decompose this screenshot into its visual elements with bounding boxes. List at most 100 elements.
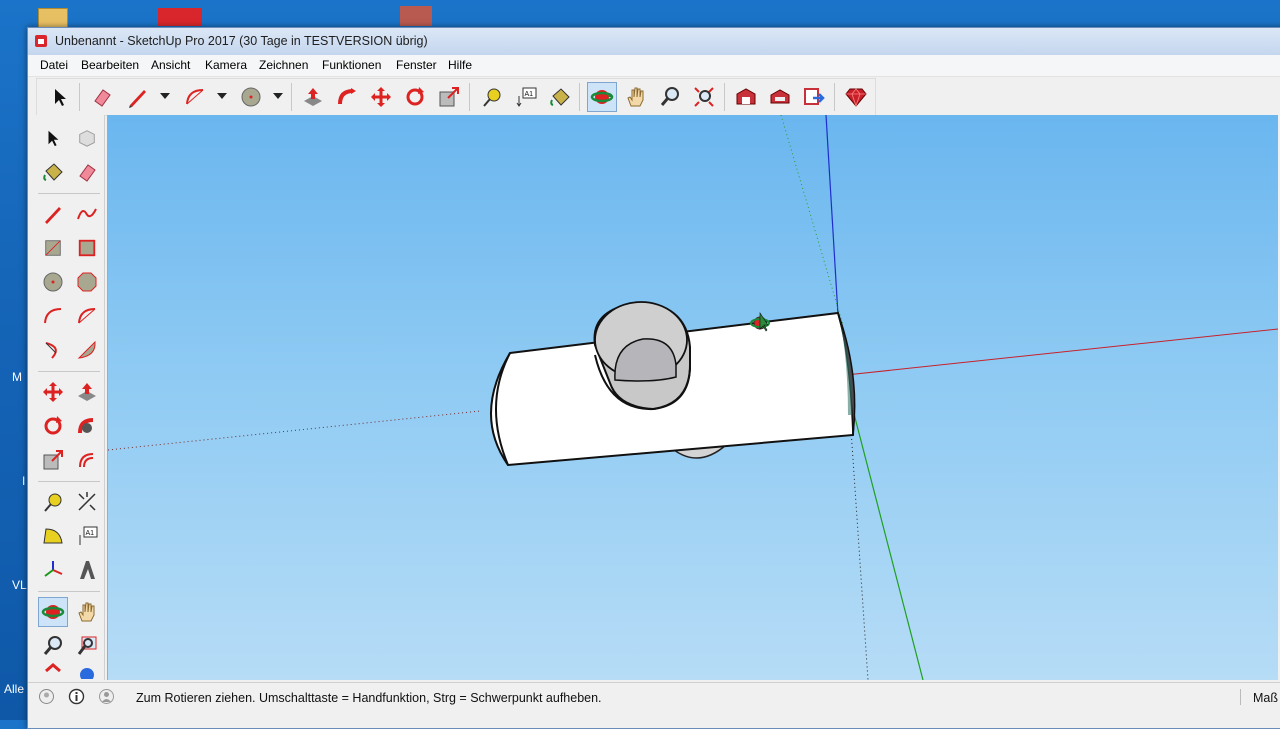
axes-icon [44,561,63,577]
zoom-window-tool-button[interactable] [72,631,102,661]
pan-tool-button[interactable] [621,82,651,112]
text-tool-button[interactable]: A1 [72,521,102,551]
next-view-button[interactable] [72,661,102,679]
paint-bucket-icon [43,163,63,181]
eraser-icon [79,164,96,182]
text-icon: A1 [79,526,98,545]
ruby-console-button[interactable] [841,82,871,112]
desktop-archive-icon[interactable] [400,6,432,26]
menu-bearbeiten[interactable]: Bearbeiten [81,58,139,72]
dimension-tool-button[interactable] [72,487,102,517]
geo-location-icon[interactable] [38,688,55,705]
orbit-tool-button[interactable] [38,597,68,627]
text-tool-label: A1 [525,91,534,98]
desktop-folder-icon[interactable] [38,8,68,28]
paint-bucket-tool-button[interactable] [545,82,575,112]
freehand-tool-button[interactable] [72,199,102,229]
zoom-extents-tool-button[interactable] [689,82,719,112]
move-tool-button[interactable] [38,377,68,407]
eraser-tool-button[interactable] [72,157,102,187]
extension-warehouse-button[interactable] [765,82,795,112]
menu-zeichnen[interactable]: Zeichnen [259,58,308,72]
text-tool-label: A1 [86,530,95,537]
menu-ansicht[interactable]: Ansicht [151,58,190,72]
protractor-tool-button[interactable] [38,521,68,551]
previous-icon [45,663,61,673]
menu-kamera[interactable]: Kamera [205,58,247,72]
arc-tool-button[interactable] [180,82,210,112]
window-title: Unbenannt - SketchUp Pro 2017 (30 Tage i… [55,34,428,48]
zoom-tool-button[interactable] [38,631,68,661]
eraser-tool-button[interactable] [87,82,117,112]
menu-datei[interactable]: Datei [40,58,68,72]
circle-icon [43,272,63,292]
text-tool-button[interactable]: A1 [511,82,541,112]
main-toolbar: A1 [36,78,876,116]
circle-dropdown-icon[interactable] [273,93,283,99]
component-tool-button[interactable] [72,123,102,153]
menu-funktionen[interactable]: Funktionen [322,58,381,72]
rotate-tool-button[interactable] [38,411,68,441]
move-icon [43,382,63,402]
push-pull-tool-button[interactable] [72,377,102,407]
move-tool-button[interactable] [366,82,396,112]
left-toolbar-separator [38,591,100,592]
select-tool-button[interactable] [45,82,75,112]
arc-tool-button[interactable] [38,301,68,331]
line-icon [129,90,146,108]
arc-dropdown-icon[interactable] [217,93,227,99]
scale-tool-button[interactable] [38,445,68,475]
rotate-tool-button[interactable] [400,82,430,112]
tape-measure-tool-button[interactable] [38,487,68,517]
orbit-icon [41,605,65,619]
3d-text-tool-button[interactable] [72,555,102,585]
polygon-tool-button[interactable] [72,267,102,297]
select-tool-button[interactable] [38,123,68,153]
offset-tool-button[interactable] [72,445,102,475]
share-model-button[interactable] [799,82,829,112]
left-toolbar-separator [38,481,100,482]
paint-bucket-tool-button[interactable] [38,157,68,187]
title-bar[interactable]: Unbenannt - SketchUp Pro 2017 (30 Tage i… [28,28,1280,55]
orbit-tool-button[interactable] [587,82,617,112]
desktop-adobe-icon[interactable] [158,8,202,26]
desktop-label-alle: Alle [4,682,25,696]
rectangle-tool-button[interactable] [38,233,68,263]
line-dropdown-icon[interactable] [160,93,170,99]
pan-tool-button[interactable] [72,597,102,627]
viewport-canvas[interactable] [108,115,1278,680]
zoom-tool-button[interactable] [655,82,685,112]
status-separator [1240,689,1241,705]
toolbar-separator [579,83,580,111]
line-tool-button[interactable] [38,199,68,229]
follow-me-icon [338,88,356,105]
previous-view-button[interactable] [38,661,68,679]
circle-tool-button[interactable] [236,82,266,112]
tape-measure-icon [44,493,62,512]
model-viewport[interactable] [107,115,1278,680]
user-icon[interactable] [98,688,115,705]
extension-warehouse-icon [770,89,790,104]
menu-hilfe[interactable]: Hilfe [448,58,472,72]
orbit-icon [590,90,614,104]
warehouse-button[interactable] [731,82,761,112]
follow-me-tool-button[interactable] [72,411,102,441]
axes-tool-button[interactable] [38,555,68,585]
status-message: Zum Rotieren ziehen. Umschalttaste = Han… [136,691,602,705]
pie-tool-button[interactable] [72,335,102,365]
push-pull-tool-button[interactable] [298,82,328,112]
rotated-rectangle-tool-button[interactable] [72,233,102,263]
circle-tool-button[interactable] [38,267,68,297]
paint-bucket-icon [550,88,570,106]
desktop-label-i: I [22,474,26,488]
three-point-arc-tool-button[interactable] [38,335,68,365]
blue-axis-line [825,115,839,316]
info-icon[interactable] [68,688,85,705]
two-point-arc-icon [78,308,96,324]
line-tool-button[interactable] [123,82,153,112]
follow-me-tool-button[interactable] [332,82,362,112]
tape-measure-tool-button[interactable] [477,82,507,112]
two-point-arc-tool-button[interactable] [72,301,102,331]
menu-fenster[interactable]: Fenster [396,58,437,72]
scale-tool-button[interactable] [434,82,464,112]
